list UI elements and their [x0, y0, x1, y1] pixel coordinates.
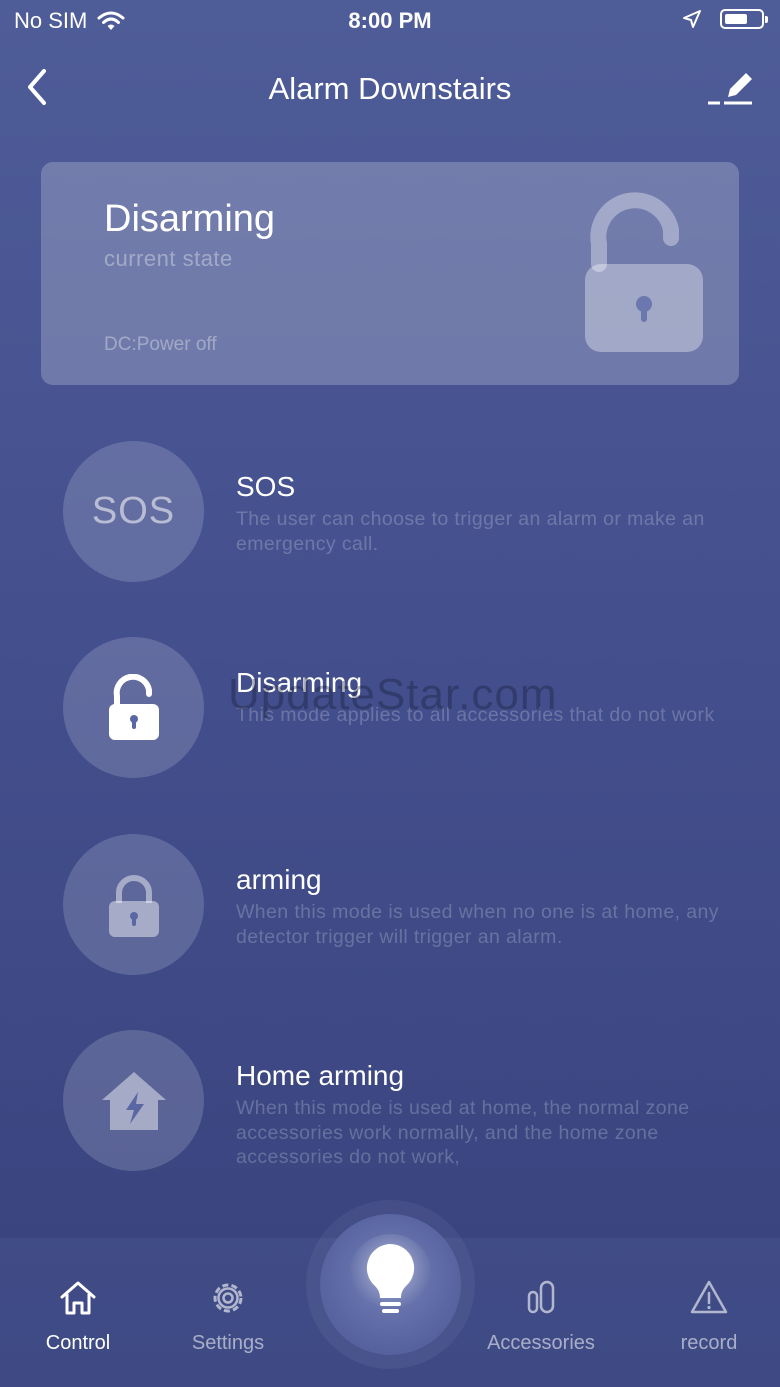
battery-icon [720, 9, 768, 29]
mode-item-home-arming[interactable]: Home arming When this mode is used at ho… [0, 1030, 780, 1172]
dc-status-label: DC:Power off [104, 334, 217, 355]
mode-item-sos[interactable]: SOS SOS The user can choose to trigger a… [0, 441, 780, 583]
tab-accessories[interactable]: Accessories [463, 1238, 619, 1387]
home-arming-button[interactable] [63, 1030, 204, 1171]
mode-title: Home arming [236, 1060, 405, 1091]
tab-control[interactable]: Control [0, 1238, 156, 1387]
page-title: Alarm Downstairs [268, 71, 512, 106]
tab-label: Settings [191, 1332, 265, 1354]
arming-button[interactable] [63, 834, 204, 975]
sos-button[interactable]: SOS [63, 441, 204, 582]
sos-icon: SOS [91, 490, 176, 532]
mode-title: SOS [236, 471, 296, 502]
unlocked-padlock-icon [585, 192, 703, 352]
mode-description: When this mode is used when no one is at… [236, 901, 719, 948]
disarming-button[interactable] [63, 637, 204, 778]
tab-settings[interactable]: Settings [150, 1238, 306, 1387]
location-arrow-icon [683, 10, 701, 28]
lightbulb-button[interactable] [320, 1214, 461, 1355]
mode-description: When this mode is used at home, the norm… [236, 1097, 690, 1168]
tab-label: Control [45, 1332, 111, 1354]
current-state-subtitle: current state [104, 246, 233, 271]
mode-item-arming[interactable]: arming When this mode is used when no on… [0, 834, 780, 976]
current-state-card: Disarming current state DC:Power off [41, 162, 739, 385]
warning-icon [690, 1280, 728, 1314]
current-state-title: Disarming [104, 198, 276, 240]
watermark: UpdateStar.com [228, 670, 558, 719]
status-bar: No SIM 8:00 PM [0, 0, 780, 44]
mode-title: arming [236, 864, 322, 895]
lightbulb-icon [348, 1234, 433, 1318]
navigation-bar: Alarm Downstairs [0, 55, 780, 125]
tab-label: record [680, 1332, 738, 1354]
home-icon [60, 1281, 96, 1315]
accessories-icon [527, 1280, 555, 1314]
status-time: 8:00 PM [348, 8, 432, 33]
edit-pencil-icon[interactable] [706, 67, 756, 109]
mode-description: The user can choose to trigger an alarm … [236, 508, 705, 555]
tab-record[interactable]: record [631, 1238, 780, 1387]
locked-padlock-icon [108, 874, 159, 937]
tab-label: Accessories [487, 1332, 595, 1354]
status-right [682, 9, 768, 29]
home-lightning-icon [101, 1071, 166, 1130]
unlocked-padlock-icon [108, 673, 159, 740]
gear-icon [213, 1283, 243, 1313]
